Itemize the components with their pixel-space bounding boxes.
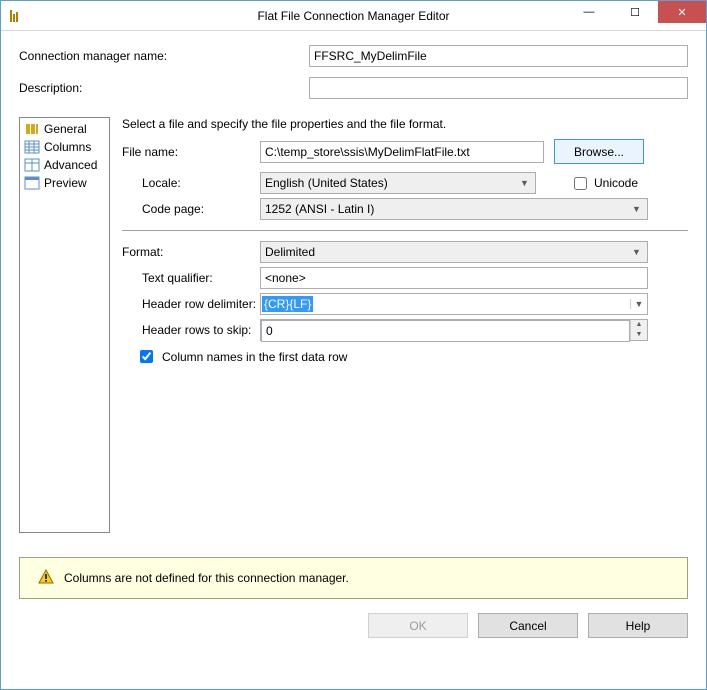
file-name-label: File name: (122, 145, 260, 159)
cancel-button[interactable]: Cancel (478, 613, 578, 638)
nav-item-columns[interactable]: Columns (20, 138, 109, 156)
nav-item-advanced[interactable]: Advanced (20, 156, 109, 174)
columns-icon (24, 139, 40, 155)
instruction-text: Select a file and specify the file prope… (122, 117, 688, 131)
header-delimiter-label: Header row delimiter: (122, 297, 260, 311)
column-names-first-row-label: Column names in the first data row (162, 350, 347, 364)
unicode-checkbox[interactable] (574, 177, 587, 190)
preview-icon (24, 175, 40, 191)
nav-pane: General Columns Advanced Preview (19, 117, 110, 533)
warning-icon (38, 569, 54, 588)
format-label: Format: (122, 245, 260, 259)
nav-item-preview[interactable]: Preview (20, 174, 109, 192)
chevron-down-icon: ▼ (628, 247, 645, 257)
description-input[interactable] (309, 77, 688, 99)
chevron-down-icon: ▼ (628, 204, 645, 214)
maximize-button[interactable]: ☐ (612, 1, 658, 23)
app-icon (7, 8, 23, 24)
browse-button[interactable]: Browse... (554, 139, 644, 164)
format-select[interactable]: Delimited ▼ (260, 241, 648, 263)
codepage-select[interactable]: 1252 (ANSI - Latin I) ▼ (260, 198, 648, 220)
locale-select[interactable]: English (United States) ▼ (260, 172, 536, 194)
unicode-label: Unicode (594, 176, 638, 190)
nav-label: Columns (44, 140, 91, 154)
header-delimiter-value: {CR}{LF} (262, 296, 313, 312)
locale-value: English (United States) (265, 176, 516, 190)
description-label: Description: (19, 81, 309, 95)
format-value: Delimited (265, 245, 628, 259)
nav-label: General (44, 122, 87, 136)
nav-item-general[interactable]: General (20, 120, 109, 138)
general-icon (24, 121, 40, 137)
nav-label: Preview (44, 176, 87, 190)
connection-name-label: Connection manager name: (19, 49, 309, 63)
text-qualifier-input[interactable] (260, 267, 648, 289)
ok-button: OK (368, 613, 468, 638)
chevron-down-icon: ▼ (516, 178, 533, 188)
title-bar: Flat File Connection Manager Editor — ☐ … (1, 1, 706, 31)
chevron-down-icon: ▼ (630, 299, 647, 309)
connection-name-input[interactable] (309, 45, 688, 67)
spinner-up-button[interactable]: ▲ (631, 320, 647, 330)
file-name-input[interactable] (260, 141, 544, 163)
help-button[interactable]: Help (588, 613, 688, 638)
header-delimiter-select[interactable]: {CR}{LF} ▼ (260, 293, 648, 315)
text-qualifier-label: Text qualifier: (122, 271, 260, 285)
header-skip-label: Header rows to skip: (122, 323, 260, 337)
divider (122, 230, 688, 231)
warning-panel: Columns are not defined for this connect… (19, 557, 688, 599)
advanced-icon (24, 157, 40, 173)
header-skip-input[interactable] (261, 320, 630, 342)
nav-label: Advanced (44, 158, 97, 172)
column-names-first-row-checkbox[interactable] (140, 350, 153, 363)
close-button[interactable]: ✕ (658, 1, 706, 23)
codepage-value: 1252 (ANSI - Latin I) (265, 202, 628, 216)
warning-text: Columns are not defined for this connect… (64, 571, 349, 585)
spinner-down-button[interactable]: ▼ (631, 330, 647, 340)
locale-label: Locale: (122, 176, 260, 190)
codepage-label: Code page: (122, 202, 260, 216)
header-skip-spinner[interactable]: ▲ ▼ (260, 319, 648, 341)
minimize-button[interactable]: — (566, 1, 612, 23)
